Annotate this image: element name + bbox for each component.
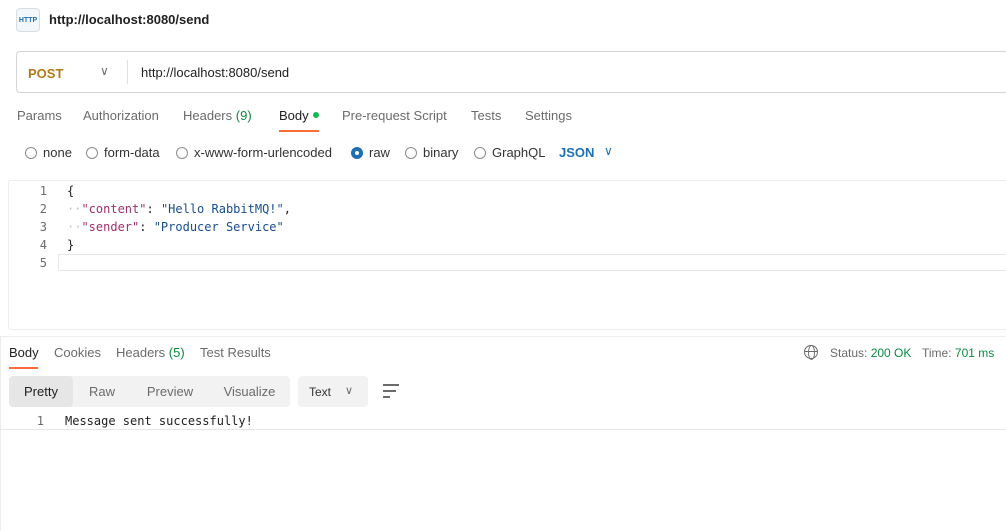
response-body-line: 1 Message sent successfully! xyxy=(0,412,1006,430)
status-value: 200 OK xyxy=(870,346,912,360)
view-visualize[interactable]: Visualize xyxy=(209,376,290,407)
response-format-label: Text xyxy=(309,385,332,399)
url-input[interactable]: http://localhost:8080/send xyxy=(141,65,289,80)
radio-circle xyxy=(25,146,37,159)
radio-circle-selected xyxy=(351,146,363,159)
request-title[interactable]: http://localhost:8080/send xyxy=(49,12,209,27)
tab-response-cookies[interactable]: Cookies xyxy=(54,345,101,360)
headers-count: (9) xyxy=(235,108,252,123)
tab-response-body[interactable]: Body xyxy=(9,345,39,360)
url-divider xyxy=(127,60,128,84)
response-time[interactable]: Time: 701 ms xyxy=(922,346,994,360)
globe-icon[interactable] xyxy=(804,345,818,360)
body-type-selector: none form-data x-www-form-urlencoded raw… xyxy=(0,140,1006,164)
tab-test-results[interactable]: Test Results xyxy=(200,345,271,360)
code-text: ··"sender": "Producer Service" xyxy=(67,220,284,234)
http-request-icon: HTTP xyxy=(16,8,40,32)
radio-x-www-form-urlencoded[interactable]: x-www-form-urlencoded xyxy=(176,145,332,160)
tab-pre-request-script[interactable]: Pre-request Script xyxy=(342,108,447,123)
radio-graphql[interactable]: GraphQL xyxy=(474,145,545,160)
radio-circle xyxy=(474,146,486,159)
active-line-highlight xyxy=(58,254,1006,271)
radio-binary[interactable]: binary xyxy=(405,145,458,160)
radio-form-data[interactable]: form-data xyxy=(86,145,160,160)
code-line: 4 } xyxy=(39,238,75,252)
active-tab-underline xyxy=(9,367,38,369)
code-text: ··"content": "Hello RabbitMQ!", xyxy=(67,202,291,216)
view-preview[interactable]: Preview xyxy=(131,376,209,407)
request-title-bar: HTTP http://localhost:8080/send xyxy=(0,0,1006,40)
wrap-lines-icon[interactable] xyxy=(383,383,401,399)
code-text: } xyxy=(67,238,75,252)
body-indicator-dot xyxy=(312,112,319,118)
tab-settings[interactable]: Settings xyxy=(525,108,572,123)
chevron-down-icon[interactable]: ∨ xyxy=(604,144,613,158)
time-value: 701 ms xyxy=(954,346,995,360)
tab-response-headers[interactable]: Headers (5) xyxy=(116,345,185,360)
response-status[interactable]: Status: 200 OK xyxy=(830,346,911,360)
response-headers-count: (5) xyxy=(168,345,185,360)
method-label: POST xyxy=(28,66,64,81)
tab-headers[interactable]: Headers (9) xyxy=(183,108,252,123)
chevron-down-icon: ∨ xyxy=(345,385,354,397)
tab-params[interactable]: Params xyxy=(17,108,62,123)
request-tabs: Params Authorization Headers (9) Body Pr… xyxy=(0,100,1006,132)
response-text: Message sent successfully! xyxy=(65,414,253,428)
line-number: 1 xyxy=(36,414,44,428)
code-line: 3 ··"sender": "Producer Service" xyxy=(39,220,284,234)
radio-circle xyxy=(176,146,188,159)
response-tabs: Body Cookies Headers (5) Test Results St… xyxy=(0,340,1006,370)
radio-raw[interactable]: raw xyxy=(351,145,390,160)
response-view-modes: Pretty Raw Preview Visualize xyxy=(9,376,290,407)
raw-format-select[interactable]: JSON xyxy=(559,145,594,160)
method-select[interactable]: POST ∨ xyxy=(17,52,127,92)
tab-tests[interactable]: Tests xyxy=(471,108,501,123)
response-format-select[interactable]: Text ∨ xyxy=(298,376,368,407)
tab-body[interactable]: Body xyxy=(279,108,319,123)
radio-circle xyxy=(86,146,98,159)
view-raw[interactable]: Raw xyxy=(73,376,131,407)
code-line: 2 ··"content": "Hello RabbitMQ!", xyxy=(39,202,291,216)
code-text: { xyxy=(67,184,75,198)
view-pretty[interactable]: Pretty xyxy=(9,376,73,407)
pane-divider[interactable] xyxy=(0,336,1006,337)
tab-authorization[interactable]: Authorization xyxy=(83,108,159,123)
radio-none[interactable]: none xyxy=(25,145,72,160)
active-tab-underline xyxy=(279,130,319,132)
radio-circle xyxy=(405,146,417,159)
chevron-down-icon: ∨ xyxy=(100,64,109,78)
code-line: 1 { xyxy=(39,184,75,198)
url-bar: POST ∨ http://localhost:8080/send xyxy=(16,51,1006,93)
